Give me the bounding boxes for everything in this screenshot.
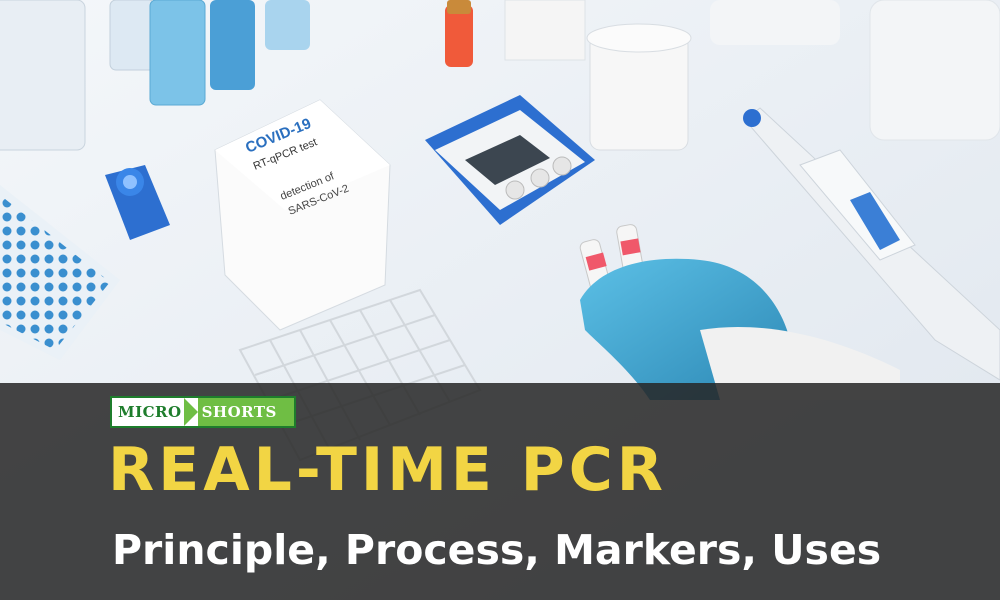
logo-shorts-text: SHORTS (197, 398, 294, 426)
specimen-cup (586, 23, 692, 151)
microshorts-logo: MICRO SHORTS (110, 396, 296, 428)
logo-micro-text: MICRO (112, 398, 184, 426)
white-container (504, 0, 586, 61)
logo-arrow-icon (183, 398, 198, 426)
white-bottle (710, 0, 840, 45)
page-subtitle: Principle, Process, Markers, Uses (112, 526, 882, 574)
white-bottle-large (869, 0, 1000, 141)
red-vial (445, 0, 473, 67)
page-title: REAL-TIME PCR (108, 435, 667, 505)
